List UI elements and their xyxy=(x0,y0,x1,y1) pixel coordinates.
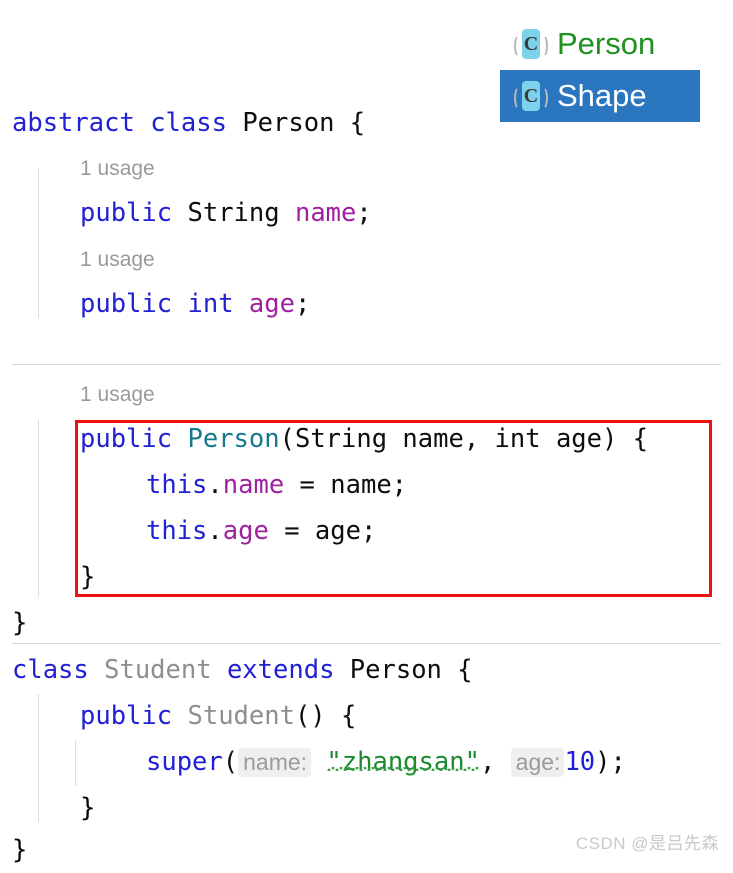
code-line-student-constructor[interactable]: public Student() { xyxy=(0,693,733,739)
field-reference-name: name xyxy=(222,470,285,500)
code-line-super-call[interactable]: super(name: "zhangsan", age: 10); xyxy=(0,739,733,785)
keyword-public: public xyxy=(80,701,173,731)
parameter-hint-age: age: xyxy=(510,748,565,777)
code-line-field-name[interactable]: public String name; xyxy=(0,190,733,236)
supertype-person: Person xyxy=(349,655,442,685)
code-line-assign-name[interactable]: this.name = name; xyxy=(0,462,733,508)
parameter-hint-name: name: xyxy=(238,748,312,777)
keyword-super: super xyxy=(146,747,223,777)
type-name-person: Person xyxy=(242,108,335,138)
java-class-icon: C xyxy=(514,27,548,61)
field-name-identifier: name xyxy=(294,198,357,228)
dot-operator: . xyxy=(207,470,223,500)
dot-operator: . xyxy=(207,516,223,546)
completion-item-label: Shape xyxy=(557,78,647,113)
keyword-public: public xyxy=(80,198,173,228)
keyword-class: class xyxy=(150,108,227,138)
constructor-name-student: Student xyxy=(187,701,295,731)
keyword-int: int xyxy=(187,289,234,319)
usage-hint-age-field[interactable]: 1 usage xyxy=(0,241,733,279)
member-separator xyxy=(12,364,721,365)
code-line-student-constructor-close[interactable]: } xyxy=(0,785,733,831)
field-reference-age: age xyxy=(222,516,269,546)
brace-open: { xyxy=(349,108,366,138)
keyword-public: public xyxy=(80,424,173,454)
call-close: ); xyxy=(595,747,626,777)
brace-open: { xyxy=(457,655,473,685)
usage-hint-name-field[interactable]: 1 usage xyxy=(0,150,733,188)
comma: , xyxy=(479,747,496,777)
paren-open: ( xyxy=(222,747,239,777)
java-class-icon: C xyxy=(514,79,548,113)
semicolon: ; xyxy=(294,289,311,319)
keyword-this: this xyxy=(146,516,208,546)
field-age-identifier: age xyxy=(248,289,295,319)
type-name-student: Student xyxy=(104,655,212,685)
keyword-class: class xyxy=(12,655,89,685)
watermark: CSDN @是吕先森 xyxy=(575,834,719,853)
semicolon: ; xyxy=(356,198,372,228)
student-constructor-params: () { xyxy=(294,701,357,731)
string-literal-zhangsan: "zhangsan" xyxy=(326,747,480,777)
code-line-student-declaration[interactable]: class Student extends Person { xyxy=(0,647,733,693)
code-line-constructor-close[interactable]: } xyxy=(0,554,733,600)
keyword-this: this xyxy=(146,470,208,500)
code-completion-popup[interactable]: C Person C Shape xyxy=(500,18,700,122)
code-line-assign-age[interactable]: this.age = age; xyxy=(0,508,733,554)
completion-item-label: Person xyxy=(557,26,656,61)
member-separator xyxy=(12,643,721,644)
code-line-constructor-signature[interactable]: public Person(String name, int age) { xyxy=(0,416,733,462)
keyword-public: public xyxy=(80,289,173,319)
assignment-expression-name: = name; xyxy=(284,470,408,500)
constructor-name-person: Person xyxy=(187,424,280,454)
usage-hint-constructor[interactable]: 1 usage xyxy=(0,376,733,414)
code-editor-surface[interactable]: abstract class Person { 1 usage public S… xyxy=(0,0,733,872)
number-literal-ten: 10 xyxy=(564,747,596,777)
assignment-expression-age: = age; xyxy=(268,516,377,546)
code-line-class-close[interactable]: } xyxy=(0,600,733,646)
keyword-extends: extends xyxy=(226,655,335,685)
type-string: String xyxy=(187,198,280,228)
code-line-field-age[interactable]: public int age; xyxy=(0,281,733,327)
completion-item-shape[interactable]: C Shape xyxy=(500,70,700,122)
keyword-abstract: abstract xyxy=(12,108,135,138)
completion-item-person[interactable]: C Person xyxy=(500,18,700,70)
constructor-parameter-list: (String name, int age) { xyxy=(279,424,649,454)
